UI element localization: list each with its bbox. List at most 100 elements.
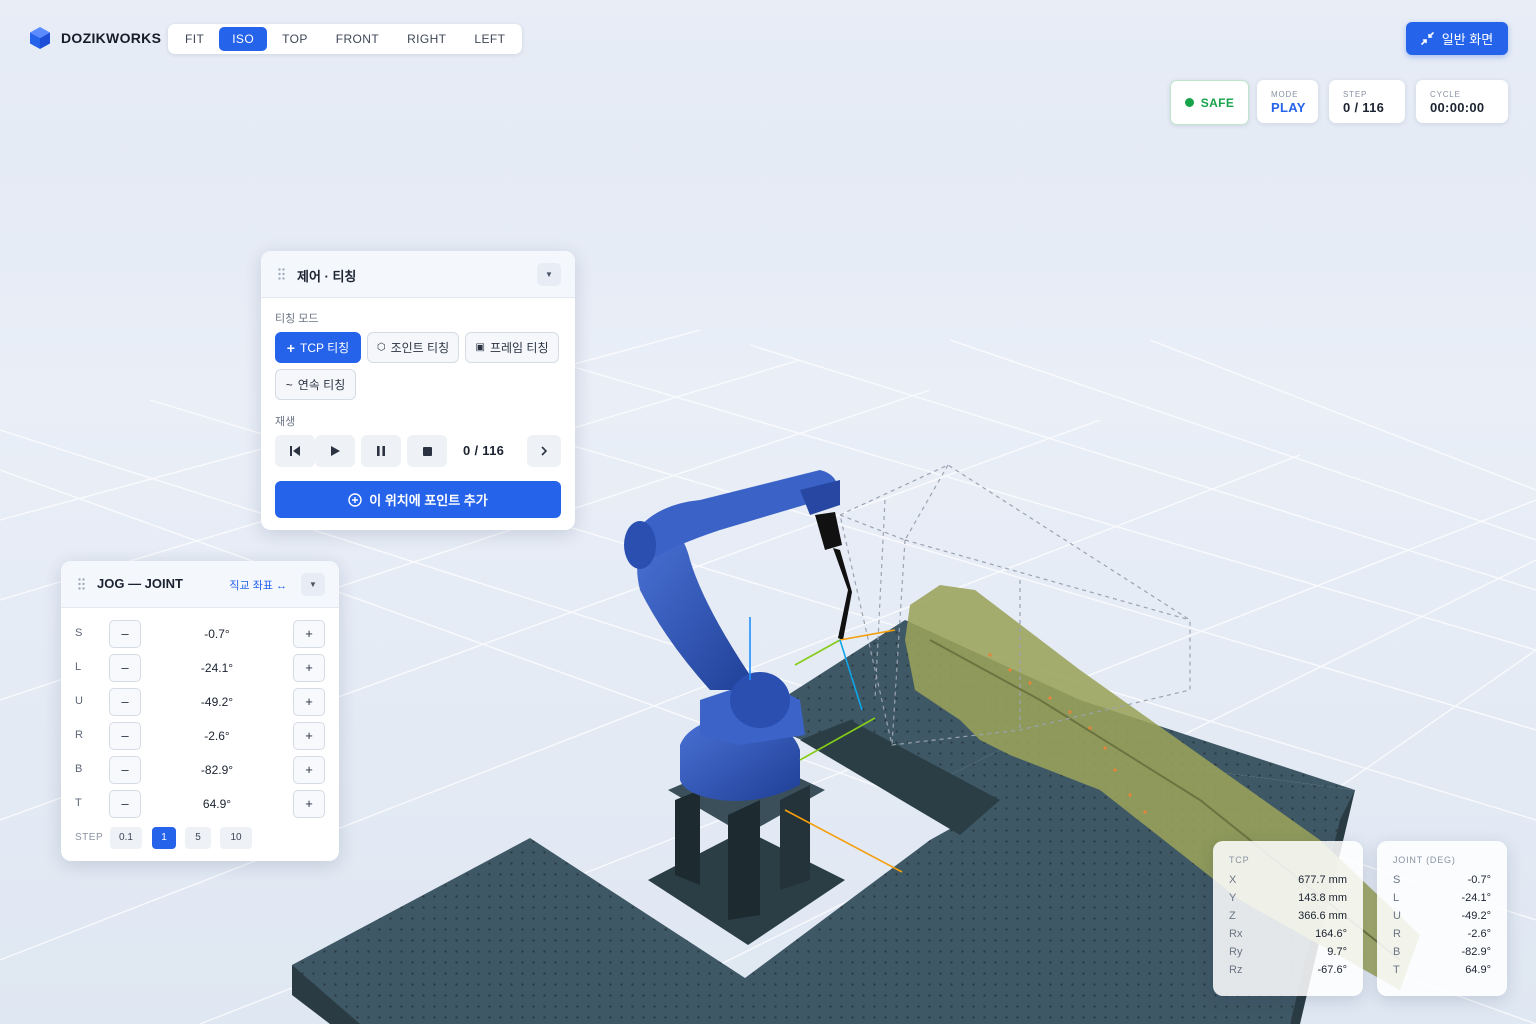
step-chip: STEP 0 / 116 [1329,80,1405,123]
add-point-button[interactable]: 이 위치에 포인트 추가 [275,481,561,518]
tcp-teach-button[interactable]: + TCP 티칭 [275,332,361,363]
step-size-1-button[interactable]: 1 [152,827,176,849]
safety-status-badge: SAFE [1170,80,1249,125]
readout-key: X [1229,874,1237,886]
step-size-5-button[interactable]: 5 [185,827,211,849]
readout-row: L -24.1° [1393,892,1491,908]
jog-row-b: B – -82.9° + [61,756,339,784]
jog-plus-button[interactable]: + [293,654,325,682]
step-value: 0 / 116 [1343,100,1385,115]
readout-key: Rz [1229,964,1243,976]
jog-plus-button[interactable]: + [293,790,325,818]
joint-readout-title: JOINT (DEG) [1393,855,1456,865]
view-left-button[interactable]: LEFT [461,27,518,51]
hexagon-icon: ⬡ [376,342,386,353]
drag-handle-icon[interactable] [278,268,285,280]
cycle-chip: CYCLE 00:00:00 [1416,80,1508,123]
readout-row: Z 366.6 mm [1229,910,1347,926]
readout-row: B -82.9° [1393,946,1491,962]
step-size-label: STEP [75,832,104,843]
jog-minus-button[interactable]: – [109,688,141,716]
cycle-value: 00:00:00 [1430,100,1485,115]
jog-minus-button[interactable]: – [109,756,141,784]
tcp-readout-title: TCP [1229,855,1250,865]
readout-row: Y 143.8 mm [1229,892,1347,908]
jog-panel-title: JOG — JOINT [97,576,183,591]
drag-handle-icon[interactable] [78,578,85,590]
readout-value: 9.7° [1327,946,1347,958]
joint-axis-label: T [75,797,82,809]
step-size-10-button[interactable]: 10 [220,827,252,849]
jog-plus-button[interactable]: + [293,756,325,784]
jog-plus-button[interactable]: + [293,620,325,648]
joint-axis-label: L [75,661,82,673]
normal-view-label: 일반 화면 [1441,32,1494,47]
cartesian-toggle-link[interactable]: 직교 좌표 ↔ [229,577,287,593]
control-panel-header[interactable]: 제어 · 티칭 ▼ [261,251,575,298]
next-step-button[interactable] [527,435,561,467]
chevron-down-icon: ▼ [309,580,317,589]
pause-button[interactable] [361,435,401,467]
collapse-button[interactable]: ▼ [537,263,561,286]
jog-plus-button[interactable]: + [293,722,325,750]
stop-button[interactable] [407,435,447,467]
readout-row: U -49.2° [1393,910,1491,926]
control-panel-title: 제어 · 티칭 [297,269,357,284]
play-button[interactable] [315,435,355,467]
jog-row-r: R – -2.6° + [61,722,339,750]
jog-joint-panel: JOG — JOINT 직교 좌표 ↔ ▼ S – -0.7° + L – -2… [61,561,339,861]
jog-panel-header[interactable]: JOG — JOINT 직교 좌표 ↔ ▼ [61,561,339,608]
mode-chip: MODE PLAY [1257,80,1318,123]
joint-value: -82.9° [200,763,234,777]
jog-plus-button[interactable]: + [293,688,325,716]
frame-teach-button[interactable]: ▣ 프레임 티칭 [465,332,559,363]
chevron-down-icon: ▼ [545,270,553,279]
jog-row-s: S – -0.7° + [61,620,339,648]
cycle-label: CYCLE [1430,90,1461,99]
playback-label: 재생 [275,416,296,428]
readout-value: -0.7° [1467,874,1491,886]
play-icon [330,446,340,456]
readout-key: S [1393,874,1401,886]
readout-row: R -2.6° [1393,928,1491,944]
jog-minus-button[interactable]: – [109,790,141,818]
view-fit-button[interactable]: FIT [172,27,217,51]
joint-axis-label: U [75,695,83,707]
stop-icon [422,446,432,456]
jog-minus-button[interactable]: – [109,620,141,648]
collapse-button[interactable]: ▼ [301,573,325,596]
readout-value: 143.8 mm [1298,892,1347,904]
normal-view-button[interactable]: 일반 화면 [1406,22,1508,55]
readout-key: Z [1229,910,1236,922]
readout-value: -82.9° [1461,946,1491,958]
readout-key: B [1393,946,1401,958]
readout-key: U [1393,910,1401,922]
view-front-button[interactable]: FRONT [323,27,392,51]
readout-value: 677.7 mm [1298,874,1347,886]
readout-row: Ry 9.7° [1229,946,1347,962]
joint-value: 64.9° [202,797,232,811]
step-label: STEP [1343,90,1368,99]
control-teaching-panel: 제어 · 티칭 ▼ 티칭 모드 + TCP 티칭 ⬡ 조인트 티칭 ▣ 프레임 … [261,251,575,530]
readout-row: S -0.7° [1393,874,1491,890]
readout-row: T 64.9° [1393,964,1491,980]
view-right-button[interactable]: RIGHT [394,27,459,51]
joint-axis-label: B [75,763,83,775]
readout-row: Rz -67.6° [1229,964,1347,980]
cube-logo-icon [30,27,50,49]
brand-name: DOZIKWORKS [61,30,162,46]
readout-value: -2.6° [1467,928,1491,940]
playback-counter: 0 / 116 [463,443,505,458]
joint-teach-button[interactable]: ⬡ 조인트 티칭 [367,332,459,363]
jog-minus-button[interactable]: – [109,654,141,682]
continuous-teach-button[interactable]: ~ 연속 티칭 [275,369,356,400]
skip-start-icon [289,446,300,456]
status-dot-icon [1184,98,1194,107]
joint-axis-label: R [75,729,83,741]
jog-minus-button[interactable]: – [109,722,141,750]
rewind-button[interactable] [275,435,315,467]
view-iso-button[interactable]: ISO [219,27,268,51]
view-top-button[interactable]: TOP [269,27,321,51]
step-size-0-1-button[interactable]: 0.1 [110,827,142,849]
readout-key: Ry [1229,946,1243,958]
